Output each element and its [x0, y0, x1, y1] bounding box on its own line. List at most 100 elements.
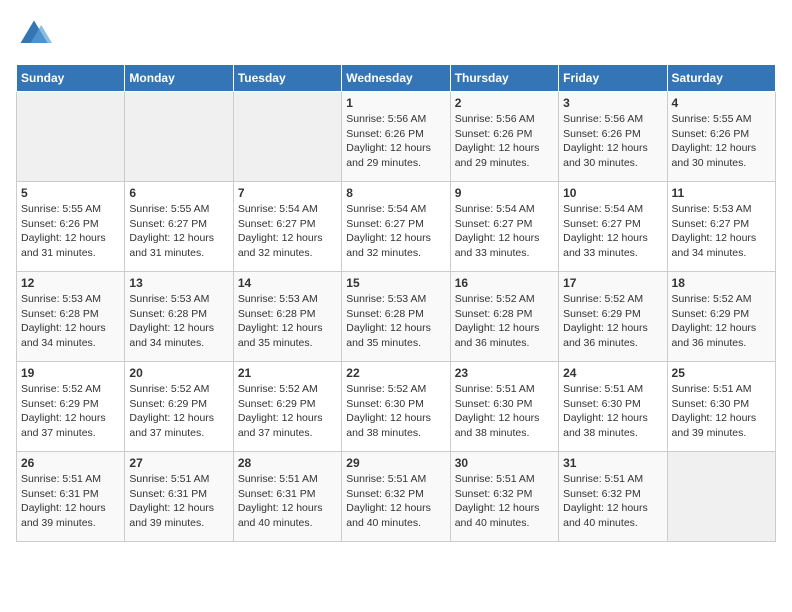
- header-row: SundayMondayTuesdayWednesdayThursdayFrid…: [17, 65, 776, 92]
- day-number: 5: [21, 186, 120, 200]
- day-number: 13: [129, 276, 228, 290]
- calendar-cell: 15 Sunrise: 5:53 AM Sunset: 6:28 PM Dayli…: [342, 272, 450, 362]
- day-info: Sunrise: 5:54 AM Sunset: 6:27 PM Dayligh…: [563, 202, 662, 261]
- day-number: 23: [455, 366, 554, 380]
- calendar-cell: 19 Sunrise: 5:52 AM Sunset: 6:29 PM Dayli…: [17, 362, 125, 452]
- calendar-week-2: 5 Sunrise: 5:55 AM Sunset: 6:26 PM Daylig…: [17, 182, 776, 272]
- day-number: 17: [563, 276, 662, 290]
- logo-icon: [16, 16, 52, 52]
- day-number: 22: [346, 366, 445, 380]
- col-header-saturday: Saturday: [667, 65, 775, 92]
- day-number: 21: [238, 366, 337, 380]
- day-number: 3: [563, 96, 662, 110]
- day-info: Sunrise: 5:56 AM Sunset: 6:26 PM Dayligh…: [455, 112, 554, 171]
- day-number: 28: [238, 456, 337, 470]
- day-info: Sunrise: 5:51 AM Sunset: 6:30 PM Dayligh…: [672, 382, 771, 441]
- calendar-body: 1Sunrise: 5:56 AM Sunset: 6:26 PM Daylig…: [17, 92, 776, 542]
- day-info: Sunrise: 5:51 AM Sunset: 6:30 PM Dayligh…: [563, 382, 662, 441]
- day-number: 20: [129, 366, 228, 380]
- col-header-tuesday: Tuesday: [233, 65, 341, 92]
- calendar-cell: 23 Sunrise: 5:51 AM Sunset: 6:30 PM Dayli…: [450, 362, 558, 452]
- day-number: 2: [455, 96, 554, 110]
- day-number: 11: [672, 186, 771, 200]
- calendar-cell: 20 Sunrise: 5:52 AM Sunset: 6:29 PM Dayli…: [125, 362, 233, 452]
- day-info: Sunrise: 5:53 AM Sunset: 6:28 PM Dayligh…: [21, 292, 120, 351]
- day-info: Sunrise: 5:52 AM Sunset: 6:29 PM Dayligh…: [238, 382, 337, 441]
- calendar-cell: 17 Sunrise: 5:52 AM Sunset: 6:29 PM Dayli…: [559, 272, 667, 362]
- page-header: [16, 16, 776, 52]
- day-number: 29: [346, 456, 445, 470]
- calendar-cell: 2 Sunrise: 5:56 AM Sunset: 6:26 PM Daylig…: [450, 92, 558, 182]
- day-number: 4: [672, 96, 771, 110]
- day-info: Sunrise: 5:51 AM Sunset: 6:31 PM Dayligh…: [129, 472, 228, 531]
- calendar-cell: 5 Sunrise: 5:55 AM Sunset: 6:26 PM Daylig…: [17, 182, 125, 272]
- calendar-cell: 6 Sunrise: 5:55 AM Sunset: 6:27 PM Daylig…: [125, 182, 233, 272]
- day-info: Sunrise: 5:51 AM Sunset: 6:31 PM Dayligh…: [238, 472, 337, 531]
- day-number: 10: [563, 186, 662, 200]
- day-info: Sunrise: 5:51 AM Sunset: 6:32 PM Dayligh…: [563, 472, 662, 531]
- day-info: Sunrise: 5:55 AM Sunset: 6:26 PM Dayligh…: [672, 112, 771, 171]
- day-number: 19: [21, 366, 120, 380]
- day-info: Sunrise: 5:53 AM Sunset: 6:28 PM Dayligh…: [238, 292, 337, 351]
- calendar-table: SundayMondayTuesdayWednesdayThursdayFrid…: [16, 64, 776, 542]
- col-header-thursday: Thursday: [450, 65, 558, 92]
- calendar-cell: 14Sunrise: 5:53 AM Sunset: 6:28 PM Dayli…: [233, 272, 341, 362]
- calendar-cell: 27 Sunrise: 5:51 AM Sunset: 6:31 PM Dayli…: [125, 452, 233, 542]
- day-number: 8: [346, 186, 445, 200]
- day-info: Sunrise: 5:55 AM Sunset: 6:26 PM Dayligh…: [21, 202, 120, 261]
- day-info: Sunrise: 5:51 AM Sunset: 6:31 PM Dayligh…: [21, 472, 120, 531]
- col-header-wednesday: Wednesday: [342, 65, 450, 92]
- calendar-cell: 11 Sunrise: 5:53 AM Sunset: 6:27 PM Dayli…: [667, 182, 775, 272]
- day-number: 31: [563, 456, 662, 470]
- calendar-cell: 3Sunrise: 5:56 AM Sunset: 6:26 PM Daylig…: [559, 92, 667, 182]
- day-number: 12: [21, 276, 120, 290]
- calendar-cell: 21 Sunrise: 5:52 AM Sunset: 6:29 PM Dayli…: [233, 362, 341, 452]
- day-info: Sunrise: 5:52 AM Sunset: 6:30 PM Dayligh…: [346, 382, 445, 441]
- day-info: Sunrise: 5:54 AM Sunset: 6:27 PM Dayligh…: [346, 202, 445, 261]
- day-info: Sunrise: 5:53 AM Sunset: 6:28 PM Dayligh…: [129, 292, 228, 351]
- day-number: 18: [672, 276, 771, 290]
- day-info: Sunrise: 5:51 AM Sunset: 6:32 PM Dayligh…: [346, 472, 445, 531]
- day-number: 30: [455, 456, 554, 470]
- day-info: Sunrise: 5:53 AM Sunset: 6:28 PM Dayligh…: [346, 292, 445, 351]
- day-number: 16: [455, 276, 554, 290]
- day-info: Sunrise: 5:56 AM Sunset: 6:26 PM Dayligh…: [346, 112, 445, 171]
- calendar-header: SundayMondayTuesdayWednesdayThursdayFrid…: [17, 65, 776, 92]
- calendar-cell: [667, 452, 775, 542]
- calendar-cell: 30 Sunrise: 5:51 AM Sunset: 6:32 PM Dayli…: [450, 452, 558, 542]
- day-info: Sunrise: 5:52 AM Sunset: 6:29 PM Dayligh…: [563, 292, 662, 351]
- calendar-cell: 29 Sunrise: 5:51 AM Sunset: 6:32 PM Dayli…: [342, 452, 450, 542]
- day-info: Sunrise: 5:51 AM Sunset: 6:30 PM Dayligh…: [455, 382, 554, 441]
- day-info: Sunrise: 5:51 AM Sunset: 6:32 PM Dayligh…: [455, 472, 554, 531]
- day-number: 26: [21, 456, 120, 470]
- day-number: 24: [563, 366, 662, 380]
- calendar-week-5: 26 Sunrise: 5:51 AM Sunset: 6:31 PM Dayli…: [17, 452, 776, 542]
- day-number: 15: [346, 276, 445, 290]
- calendar-cell: 31 Sunrise: 5:51 AM Sunset: 6:32 PM Dayli…: [559, 452, 667, 542]
- day-info: Sunrise: 5:54 AM Sunset: 6:27 PM Dayligh…: [238, 202, 337, 261]
- logo: [16, 16, 56, 52]
- calendar-cell: 18Sunrise: 5:52 AM Sunset: 6:29 PM Dayli…: [667, 272, 775, 362]
- day-number: 9: [455, 186, 554, 200]
- day-info: Sunrise: 5:52 AM Sunset: 6:29 PM Dayligh…: [129, 382, 228, 441]
- calendar-cell: 22 Sunrise: 5:52 AM Sunset: 6:30 PM Dayli…: [342, 362, 450, 452]
- day-number: 25: [672, 366, 771, 380]
- calendar-cell: 7 Sunrise: 5:54 AM Sunset: 6:27 PM Daylig…: [233, 182, 341, 272]
- day-info: Sunrise: 5:53 AM Sunset: 6:27 PM Dayligh…: [672, 202, 771, 261]
- day-number: 6: [129, 186, 228, 200]
- calendar-cell: 1Sunrise: 5:56 AM Sunset: 6:26 PM Daylig…: [342, 92, 450, 182]
- calendar-cell: 26 Sunrise: 5:51 AM Sunset: 6:31 PM Dayli…: [17, 452, 125, 542]
- day-number: 7: [238, 186, 337, 200]
- calendar-week-1: 1Sunrise: 5:56 AM Sunset: 6:26 PM Daylig…: [17, 92, 776, 182]
- calendar-week-4: 19 Sunrise: 5:52 AM Sunset: 6:29 PM Dayli…: [17, 362, 776, 452]
- calendar-cell: 24 Sunrise: 5:51 AM Sunset: 6:30 PM Dayli…: [559, 362, 667, 452]
- calendar-week-3: 12 Sunrise: 5:53 AM Sunset: 6:28 PM Dayli…: [17, 272, 776, 362]
- day-number: 27: [129, 456, 228, 470]
- calendar-cell: 13 Sunrise: 5:53 AM Sunset: 6:28 PM Dayli…: [125, 272, 233, 362]
- calendar-cell: 4 Sunrise: 5:55 AM Sunset: 6:26 PM Daylig…: [667, 92, 775, 182]
- calendar-cell: [17, 92, 125, 182]
- col-header-sunday: Sunday: [17, 65, 125, 92]
- day-info: Sunrise: 5:55 AM Sunset: 6:27 PM Dayligh…: [129, 202, 228, 261]
- calendar-cell: [125, 92, 233, 182]
- day-info: Sunrise: 5:52 AM Sunset: 6:29 PM Dayligh…: [21, 382, 120, 441]
